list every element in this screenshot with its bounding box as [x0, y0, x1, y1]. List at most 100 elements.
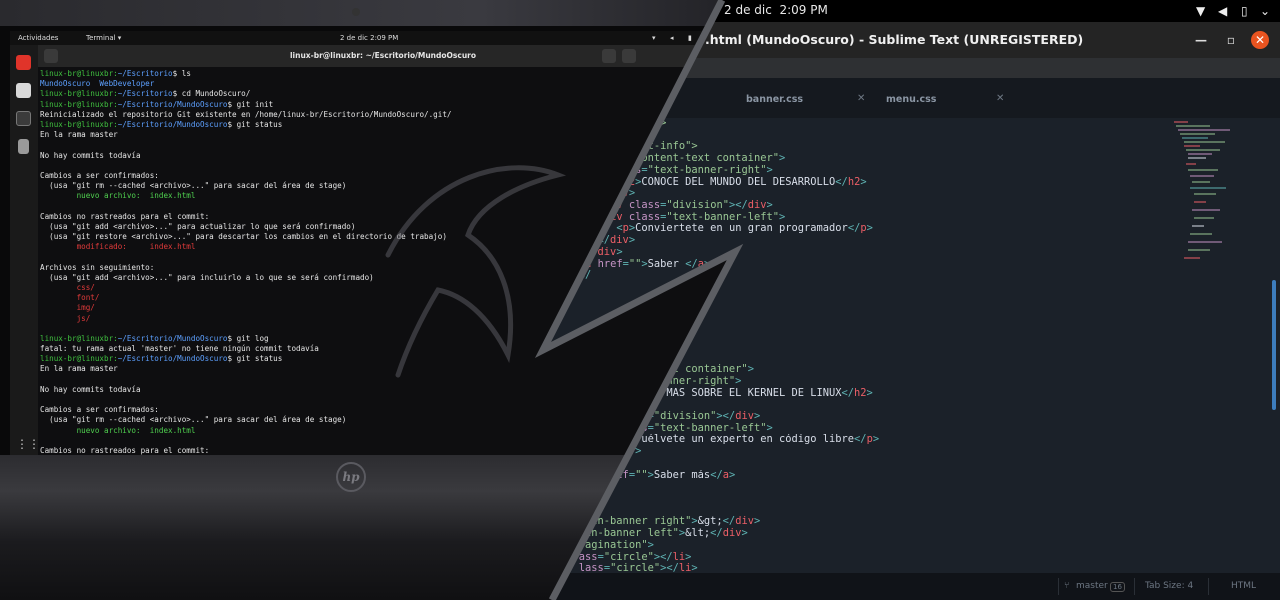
code-token: </	[841, 387, 855, 399]
close-icon[interactable]: ✕	[857, 93, 865, 104]
close-button[interactable]: ✕	[1251, 31, 1269, 49]
new-tab-icon[interactable]	[44, 49, 58, 63]
vertical-scrollbar[interactable]	[1272, 280, 1276, 410]
code-line: class="content-text container">	[560, 153, 1170, 165]
volume-icon[interactable]: ◀	[1218, 4, 1227, 18]
code-line: <p>Conviertete en un gran programador</p…	[560, 223, 1170, 235]
code-token: >	[635, 446, 642, 458]
code-token: >	[728, 469, 736, 481]
search-icon[interactable]	[602, 49, 616, 63]
code-line: v class="text-banner-right">	[560, 165, 1170, 177]
files-icon[interactable]	[16, 83, 31, 98]
minimize-button[interactable]: —	[1192, 31, 1210, 49]
terminal-text: $ ls	[172, 69, 191, 78]
wifi-icon[interactable]: ▾	[652, 34, 656, 42]
tab-banner-css[interactable]: banner.css ✕	[700, 86, 870, 118]
terminal-text: $ git status	[227, 354, 283, 364]
code-token: </	[835, 176, 848, 188]
code-line: ref="">Saber más</a>	[560, 470, 1170, 482]
code-token: div	[735, 410, 754, 422]
brave-browser-icon[interactable]	[16, 55, 31, 70]
text-editor-icon[interactable]	[18, 139, 29, 154]
activities-button[interactable]: Actividades	[18, 34, 58, 42]
git-branch[interactable]: master	[1076, 581, 1108, 591]
code-token: "division"	[653, 410, 717, 422]
kali-dragon-watermark	[385, 165, 567, 378]
syntax-indicator[interactable]: HTML	[1231, 581, 1256, 591]
code-token: >	[628, 188, 636, 200]
code-token: </	[847, 223, 861, 235]
terminal-text: linux-br@linuxbr:	[40, 119, 118, 129]
code-token: tn-banner left"	[585, 528, 679, 540]
terminal-text: $ git status	[227, 119, 283, 129]
code-line: </div>	[560, 235, 1170, 247]
terminal-text: Archivos sin seguimiento:	[40, 262, 155, 272]
webcam-icon	[352, 8, 360, 16]
code-line: </	[560, 270, 1170, 282]
code-token: class	[622, 200, 661, 212]
app-grid-icon[interactable]: ⋮⋮	[16, 437, 40, 452]
code-line: ass="circle"></li>	[560, 552, 1170, 564]
code-token: div	[722, 528, 742, 540]
hp-logo: hp	[336, 462, 366, 492]
terminal-icon[interactable]	[16, 111, 31, 126]
hamburger-menu-icon[interactable]	[622, 49, 636, 63]
terminal-text: linux-br@linuxbr:	[40, 354, 118, 364]
chevron-down-icon[interactable]: ⌄	[1260, 4, 1270, 18]
code-line: </div>	[560, 188, 1170, 200]
code-token: "text-banner-left"	[653, 422, 767, 434]
battery-icon[interactable]: ▯	[1241, 4, 1248, 18]
tab-size-indicator[interactable]: Tab Size: 4	[1145, 581, 1193, 591]
minimap[interactable]	[1170, 118, 1270, 278]
tab-menu-css[interactable]: menu.css ✕	[870, 86, 1010, 118]
code-token: tn-banner right"	[591, 516, 692, 528]
terminal-text: $ git init	[227, 99, 274, 109]
battery-icon[interactable]: ▮	[688, 34, 692, 42]
maximize-button[interactable]: ▫	[1222, 31, 1240, 49]
code-token: >	[766, 422, 773, 434]
code-token: >	[872, 434, 880, 446]
terminal-line: linux-br@linuxbr:~/Escritorio$ ls	[40, 69, 726, 79]
code-token: >	[866, 387, 873, 399]
terminal-text: Cambios no rastreados para el commit:	[40, 211, 210, 221]
terminal-app-menu[interactable]: Terminal ▾	[86, 34, 121, 42]
code-line: <div class="text-banner-left">	[560, 212, 1170, 224]
terminal-text: ~/Escritorio/MundoOscuro	[117, 99, 228, 109]
clock[interactable]: 2 de dic 2:09 PM	[340, 34, 398, 42]
code-line: p>Vuélvete un experto en código libre</p…	[560, 434, 1170, 446]
terminal-text: font/	[40, 293, 100, 303]
code-line: <h2>CONOCE DEL MUNDO DEL DESARROLLO</h2>	[560, 177, 1170, 189]
code-token: ""	[628, 258, 642, 270]
code-token: &gt;	[697, 516, 723, 528]
code-token: "content-text container"	[628, 153, 779, 165]
code-token: &lt;	[685, 528, 711, 540]
terminal-text: No hay commits todavía	[40, 384, 141, 394]
terminal-line: (usa "git rm --cached <archivo>..." para…	[40, 415, 726, 425]
clock-date[interactable]: 2 de dic 2:09 PM	[724, 3, 828, 17]
code-token: </	[710, 528, 723, 540]
terminal-text: nuevo archivo: index.html	[40, 191, 196, 201]
code-line: content-info">	[560, 141, 1170, 153]
code-line: <div class="division"></div>	[560, 200, 1170, 212]
terminal-text: js/	[40, 313, 91, 323]
code-token: Conviertete en un gran programador	[635, 223, 848, 235]
close-icon[interactable]: ✕	[996, 93, 1004, 104]
code-token: >	[753, 516, 761, 528]
code-token: >	[766, 164, 773, 176]
code-token: ></	[716, 410, 736, 422]
code-token: >	[628, 235, 636, 247]
code-line: iv>	[560, 446, 1170, 458]
terminal-text: fatal: tu rama actual 'master' no tiene …	[40, 344, 319, 354]
terminal-text: ~/Escritorio	[117, 69, 173, 78]
terminal-text: $ git log	[227, 333, 269, 343]
volume-icon[interactable]: ◂	[670, 34, 674, 42]
wifi-icon[interactable]: ▼	[1196, 4, 1205, 18]
code-token: >	[778, 153, 786, 165]
terminal-text: (usa "git rm --cached <archivo>..." para…	[40, 415, 347, 425]
terminal-text: linux-br@linuxbr:	[40, 89, 118, 99]
terminal-line: nuevo archivo: index.html	[40, 426, 726, 436]
